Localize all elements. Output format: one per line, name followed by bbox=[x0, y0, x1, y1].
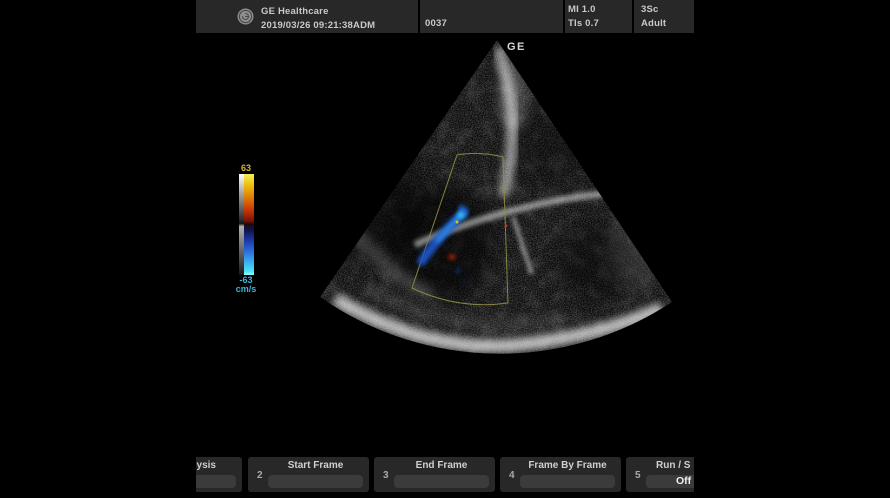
scanner-display-panel: GE Healthcare 2019/03/26 09:21:38ADM 003… bbox=[196, 0, 694, 498]
ultrasound-screen: GE Healthcare 2019/03/26 09:21:38ADM 003… bbox=[0, 0, 890, 498]
doppler-colorbar: 63 -63 cm/s bbox=[233, 164, 259, 294]
softkey-start-frame[interactable]: 2 Start Frame bbox=[248, 457, 369, 492]
softkey-label: Start Frame bbox=[266, 460, 365, 471]
velocity-color-bar bbox=[244, 174, 254, 275]
softkey-label: Frame By Frame bbox=[518, 460, 617, 471]
softkey-number: 2 bbox=[257, 470, 263, 481]
softkey-run-stop[interactable]: 5 Run / S Off bbox=[626, 457, 694, 492]
colorbar-max-label: 63 bbox=[233, 164, 259, 173]
softkey-value bbox=[520, 475, 615, 488]
softkey-number: 3 bbox=[383, 470, 389, 481]
softkey-value: Off bbox=[646, 475, 694, 488]
softkey-label: End Frame bbox=[392, 460, 491, 471]
softkey-analysis[interactable]: lysis bbox=[196, 457, 242, 492]
b-mode-sector bbox=[196, 0, 694, 498]
softkey-frame-by-frame[interactable]: 4 Frame By Frame bbox=[500, 457, 621, 492]
colorbar-gradient bbox=[239, 174, 254, 275]
softkey-value bbox=[196, 475, 236, 488]
softkey-number: 4 bbox=[509, 470, 515, 481]
softkey-value bbox=[394, 475, 489, 488]
softkey-bar: lysis 2 Start Frame 3 End Frame 4 Frame … bbox=[196, 457, 694, 492]
softkey-value bbox=[268, 475, 363, 488]
softkey-label: lysis bbox=[196, 460, 216, 471]
softkey-end-frame[interactable]: 3 End Frame bbox=[374, 457, 495, 492]
softkey-label: Run / S bbox=[656, 460, 690, 471]
ultrasound-image bbox=[196, 0, 694, 498]
vendor-watermark: GE bbox=[507, 41, 526, 53]
softkey-number: 5 bbox=[635, 470, 641, 481]
colorbar-unit-label: cm/s bbox=[233, 285, 259, 294]
